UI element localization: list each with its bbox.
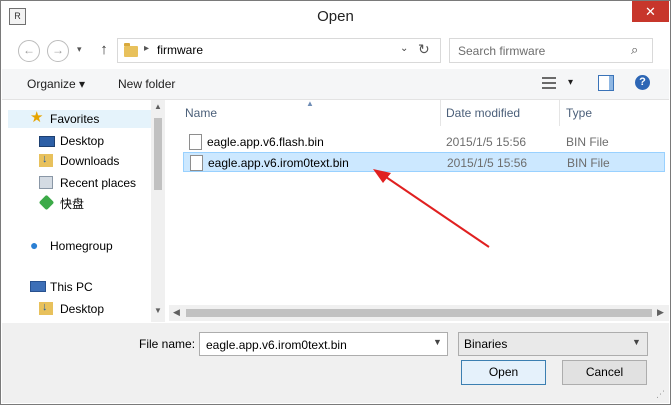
recent-places-icon: [39, 176, 53, 189]
folder-icon: [124, 43, 138, 57]
nav-item-downloads[interactable]: Downloads: [8, 152, 152, 170]
file-name-input[interactable]: [204, 336, 428, 353]
file-name-label: File name:: [139, 337, 196, 351]
cancel-button[interactable]: Cancel: [562, 360, 647, 385]
open-dialog: R Open ✕ ← → ▾ ↑ ▸ firmware ⌄ ↻ ⌕ Organi…: [0, 0, 671, 405]
file-list-horizontal-scrollbar[interactable]: ◀ ▶: [169, 305, 669, 321]
column-header-date-modified[interactable]: Date modified: [446, 106, 520, 120]
nav-item-label: This PC: [50, 280, 93, 294]
nav-item-label: Downloads: [60, 154, 120, 168]
file-name: eagle.app.v6.irom0text.bin: [208, 156, 349, 170]
nav-item-desktop[interactable]: Desktop: [8, 132, 152, 150]
navigation-scrollbar[interactable]: ▲ ▼: [151, 100, 165, 322]
nav-item-recent-places[interactable]: Recent places: [8, 174, 152, 192]
column-header-type[interactable]: Type: [566, 106, 592, 120]
view-options-dropdown-icon[interactable]: ▾: [568, 77, 573, 88]
annotation-arrow-head: [373, 169, 391, 183]
scroll-up-icon[interactable]: ▲: [154, 102, 162, 111]
pc-icon: [30, 281, 46, 292]
file-icon: [189, 134, 202, 150]
file-icon: [190, 155, 203, 171]
nav-item-pc-desktop[interactable]: Desktop: [8, 300, 152, 318]
breadcrumb-firmware[interactable]: firmware: [157, 43, 203, 57]
breadcrumb-separator-icon[interactable]: ▸: [144, 43, 149, 54]
dialog-footer: File name: ▼ Binaries ▼ Open Cancel ⋰: [2, 323, 669, 403]
scrollbar-thumb[interactable]: [154, 118, 162, 190]
nav-item-label: Desktop: [60, 134, 105, 148]
column-divider[interactable]: [440, 100, 441, 126]
star-icon: ★: [30, 109, 44, 126]
sort-ascending-icon: ▲: [306, 99, 314, 108]
nav-item-label: Homegroup: [50, 239, 113, 253]
nav-item-label: Desktop: [60, 302, 105, 316]
downloads-icon: [39, 153, 53, 167]
nav-item-homegroup[interactable]: ● Homegroup: [8, 237, 152, 255]
help-icon[interactable]: ?: [635, 75, 650, 90]
search-box[interactable]: ⌕: [449, 38, 653, 63]
nav-item-favorites[interactable]: ★ Favorites: [8, 110, 152, 128]
search-input[interactable]: [456, 42, 630, 60]
scroll-left-icon[interactable]: ◀: [173, 307, 180, 318]
homegroup-icon: ●: [30, 237, 39, 253]
file-type: BIN File: [567, 156, 610, 170]
file-type-select[interactable]: Binaries ▼: [458, 332, 648, 356]
file-name-combobox[interactable]: ▼: [199, 332, 448, 356]
kuaipan-icon: [38, 194, 55, 211]
recent-locations-icon[interactable]: ▾: [77, 44, 82, 55]
column-header-name[interactable]: Name: [185, 106, 217, 120]
resize-grip-icon[interactable]: ⋰: [656, 389, 665, 400]
file-type: BIN File: [566, 135, 609, 149]
file-date: 2015/1/5 15:56: [446, 135, 527, 149]
scroll-right-icon[interactable]: ▶: [657, 307, 664, 318]
chevron-down-icon[interactable]: ▼: [632, 337, 641, 347]
address-bar[interactable]: ▸ firmware ⌄ ↻: [117, 38, 441, 63]
nav-item-label: 快盘: [60, 197, 85, 211]
annotation-arrow-shaft: [382, 174, 490, 248]
scroll-down-icon[interactable]: ▼: [154, 306, 162, 315]
column-divider[interactable]: [559, 100, 560, 126]
annotation-arrow: [373, 169, 490, 248]
navigation-pane: ★ Favorites Desktop Downloads Recent pla…: [2, 100, 166, 322]
file-type-value: Binaries: [464, 337, 508, 351]
chevron-down-icon[interactable]: ▼: [433, 337, 442, 347]
organize-button[interactable]: Organize ▾: [27, 77, 85, 91]
back-button[interactable]: ←: [18, 40, 40, 62]
desktop-icon: [39, 136, 55, 147]
refresh-icon[interactable]: ↻: [418, 41, 430, 58]
close-button[interactable]: ✕: [632, 1, 669, 22]
nav-item-label: Recent places: [60, 176, 137, 190]
change-view-icon[interactable]: [542, 77, 556, 89]
open-button[interactable]: Open: [461, 360, 546, 385]
scrollbar-thumb[interactable]: [186, 309, 652, 317]
file-name: eagle.app.v6.flash.bin: [207, 135, 324, 149]
command-bar: Organize ▾ New folder ▾ ?: [2, 69, 669, 100]
new-folder-button[interactable]: New folder: [118, 77, 175, 91]
file-row[interactable]: eagle.app.v6.flash.bin 2015/1/5 15:56 BI…: [183, 132, 665, 152]
nav-item-kuaipan[interactable]: 快盘: [8, 193, 152, 211]
nav-item-this-pc[interactable]: This PC: [8, 278, 152, 296]
preview-pane-icon[interactable]: [598, 75, 614, 91]
search-icon[interactable]: ⌕: [631, 42, 638, 58]
desktop-folder-icon: [39, 301, 53, 315]
title-bar: R Open ✕: [1, 1, 670, 32]
window-title: Open: [317, 8, 354, 25]
forward-button[interactable]: →: [47, 40, 69, 62]
address-dropdown-icon[interactable]: ⌄: [400, 43, 408, 54]
up-one-level-button[interactable]: ↑: [97, 41, 111, 59]
nav-item-label: Favorites: [50, 112, 100, 126]
